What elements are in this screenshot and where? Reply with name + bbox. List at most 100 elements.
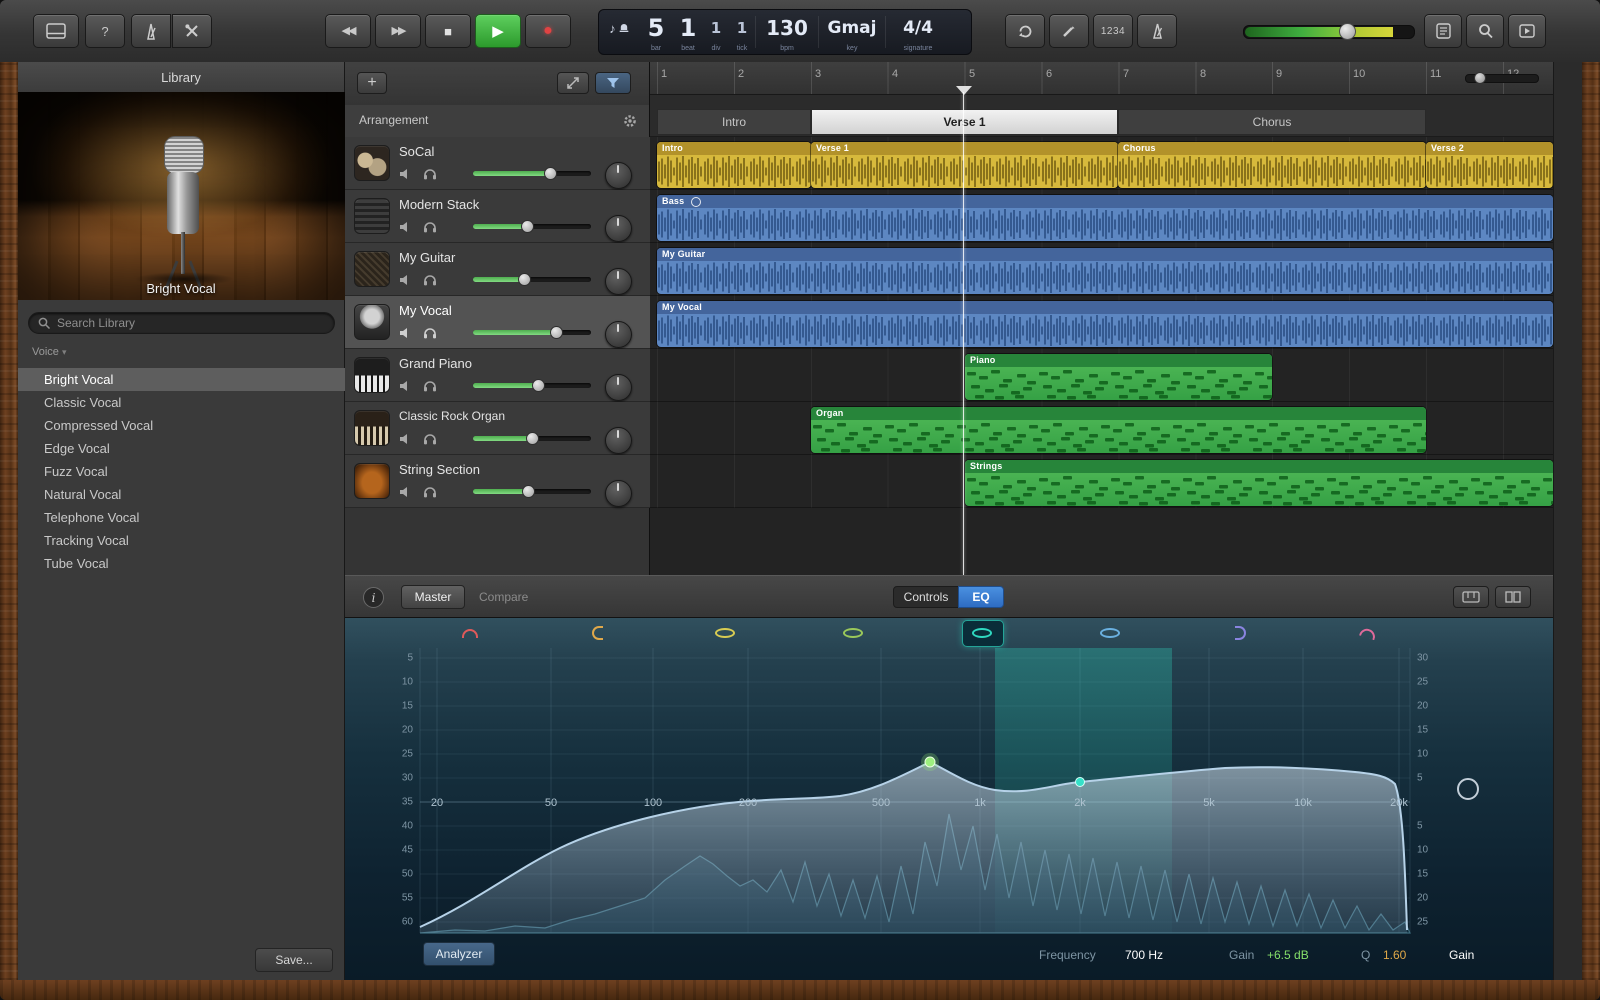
- lcd-tempo[interactable]: 130 bpm: [756, 10, 818, 54]
- keyboard-button[interactable]: [1453, 586, 1489, 608]
- pan-knob[interactable]: [605, 162, 632, 189]
- tab-controls[interactable]: Controls: [893, 586, 959, 608]
- arrangement-marker-verse1[interactable]: Verse 1: [811, 109, 1118, 135]
- playhead[interactable]: [963, 92, 964, 575]
- save-button[interactable]: Save...: [255, 948, 333, 972]
- lcd-display[interactable]: ♪ 5 bar 1 beat 1 div 1 tick 130 bpm Gmaj…: [598, 9, 972, 55]
- loop-browser-button[interactable]: [1466, 14, 1504, 48]
- tab-eq[interactable]: EQ: [958, 586, 1004, 608]
- count-in-button[interactable]: 1234: [1093, 14, 1133, 48]
- eq-band-handle-2k[interactable]: [1075, 777, 1085, 787]
- pan-knob[interactable]: [605, 321, 632, 348]
- lcd-div[interactable]: 1 div: [703, 10, 729, 54]
- q-value[interactable]: 1.60: [1383, 948, 1406, 962]
- lane-grand-piano[interactable]: Piano: [650, 349, 1553, 402]
- lane-my-guitar[interactable]: My Guitar: [650, 243, 1553, 296]
- track-filter-button[interactable]: [595, 72, 631, 94]
- pan-knob[interactable]: [605, 374, 632, 401]
- library-item-tracking-vocal[interactable]: Tracking Vocal: [18, 529, 345, 552]
- library-item-edge-vocal[interactable]: Edge Vocal: [18, 437, 345, 460]
- track-lanes[interactable]: Intro Verse 1 Chorus Verse 2 Bass My Gui…: [650, 137, 1553, 508]
- eq-band-3[interactable]: [710, 624, 740, 642]
- track-header-string-section[interactable]: String Section: [345, 455, 650, 508]
- volume-slider[interactable]: [473, 220, 591, 233]
- pan-knob[interactable]: [605, 427, 632, 454]
- region-socal-chorus[interactable]: Chorus: [1118, 142, 1426, 188]
- eq-band-2-low-shelf[interactable]: [582, 624, 612, 642]
- record-button[interactable]: ●: [525, 14, 571, 48]
- region-organ[interactable]: Organ: [811, 407, 1426, 453]
- eq-band-1-highpass[interactable]: [455, 624, 485, 642]
- eq-band-7-high-shelf[interactable]: [1225, 624, 1255, 642]
- pan-knob[interactable]: [605, 480, 632, 507]
- metronome-mode-button[interactable]: [131, 14, 171, 48]
- lcd-key[interactable]: Gmaj key: [819, 10, 885, 54]
- playhead-handle[interactable]: [956, 86, 972, 103]
- track-header-my-vocal[interactable]: My Vocal: [345, 296, 650, 349]
- solo-button[interactable]: [421, 485, 439, 499]
- solo-button[interactable]: [421, 432, 439, 446]
- region-socal-verse1[interactable]: Verse 1: [811, 142, 1118, 188]
- solo-button[interactable]: [421, 379, 439, 393]
- play-button[interactable]: ▶: [475, 14, 521, 48]
- timeline-ruler[interactable]: 1 2 3 4 5 6 7 8 9 10 11 12: [650, 62, 1553, 95]
- lane-my-vocal[interactable]: My Vocal: [650, 296, 1553, 349]
- notes-button[interactable]: [1424, 14, 1462, 48]
- lane-bass[interactable]: Bass: [650, 190, 1553, 243]
- solo-button[interactable]: [421, 220, 439, 234]
- mute-button[interactable]: [397, 432, 415, 446]
- eq-band-handle-700hz[interactable]: [924, 756, 936, 768]
- track-header-grand-piano[interactable]: Grand Piano: [345, 349, 650, 402]
- search-input[interactable]: [28, 312, 335, 334]
- mute-button[interactable]: [397, 273, 415, 287]
- region-socal-verse2[interactable]: Verse 2: [1426, 142, 1553, 188]
- mute-button[interactable]: [397, 220, 415, 234]
- track-header-socal[interactable]: SoCal: [345, 137, 650, 190]
- eq-band-5-selected[interactable]: [967, 624, 997, 642]
- media-browser-button[interactable]: [1508, 14, 1546, 48]
- library-item-telephone-vocal[interactable]: Telephone Vocal: [18, 506, 345, 529]
- lane-string-section[interactable]: Strings: [650, 455, 1553, 508]
- region-piano[interactable]: Piano: [965, 354, 1272, 400]
- forward-button[interactable]: ▶▶: [375, 14, 421, 48]
- mute-button[interactable]: [397, 326, 415, 340]
- output-gain-knob[interactable]: [1457, 778, 1479, 800]
- eq-band-8-lowpass[interactable]: [1353, 624, 1383, 642]
- volume-slider[interactable]: [473, 485, 591, 498]
- volume-slider[interactable]: [473, 326, 591, 339]
- cycle-button[interactable]: [1005, 14, 1045, 48]
- master-volume-slider[interactable]: [1243, 23, 1415, 40]
- rewind-button[interactable]: ◀◀: [325, 14, 371, 48]
- gain-value[interactable]: +6.5 dB: [1267, 948, 1309, 962]
- info-button[interactable]: i: [363, 587, 384, 608]
- region-my-guitar[interactable]: My Guitar: [657, 248, 1553, 294]
- compare-button[interactable]: Compare: [479, 590, 528, 604]
- mute-button[interactable]: [397, 167, 415, 181]
- solo-button[interactable]: [421, 273, 439, 287]
- mute-button[interactable]: [397, 379, 415, 393]
- pan-knob[interactable]: [605, 268, 632, 295]
- eq-plot[interactable]: [345, 618, 1553, 980]
- region-bass[interactable]: Bass: [657, 195, 1553, 241]
- region-my-vocal[interactable]: My Vocal: [657, 301, 1553, 347]
- track-header-modern-stack[interactable]: Modern Stack: [345, 190, 650, 243]
- track-header-my-guitar[interactable]: My Guitar: [345, 243, 650, 296]
- volume-slider[interactable]: [473, 273, 591, 286]
- lcd-beat[interactable]: 1 beat: [673, 10, 703, 54]
- eq-display[interactable]: 5 10 15 20 25 30 35 40 45 50 55 60 30 25…: [345, 618, 1553, 980]
- quick-help-button[interactable]: ?: [85, 14, 125, 48]
- metronome-button[interactable]: [1137, 14, 1177, 48]
- track-header-classic-rock-organ[interactable]: Classic Rock Organ: [345, 402, 650, 455]
- timeline[interactable]: 1 2 3 4 5 6 7 8 9 10 11 12 Intro Verse 1…: [650, 62, 1553, 575]
- add-track-button[interactable]: +: [357, 72, 387, 94]
- volume-slider[interactable]: [473, 432, 591, 445]
- frequency-value[interactable]: 700 Hz: [1125, 948, 1163, 962]
- lane-socal[interactable]: Intro Verse 1 Chorus Verse 2: [650, 137, 1553, 190]
- tuner-button[interactable]: [172, 14, 212, 48]
- library-category[interactable]: Voice ▾: [32, 346, 67, 358]
- track-zoom-button[interactable]: [557, 72, 589, 94]
- zoom-thumb[interactable]: [1474, 72, 1486, 84]
- edit-button[interactable]: [1049, 14, 1089, 48]
- region-strings[interactable]: Strings: [965, 460, 1553, 506]
- region-socal-intro[interactable]: Intro: [657, 142, 811, 188]
